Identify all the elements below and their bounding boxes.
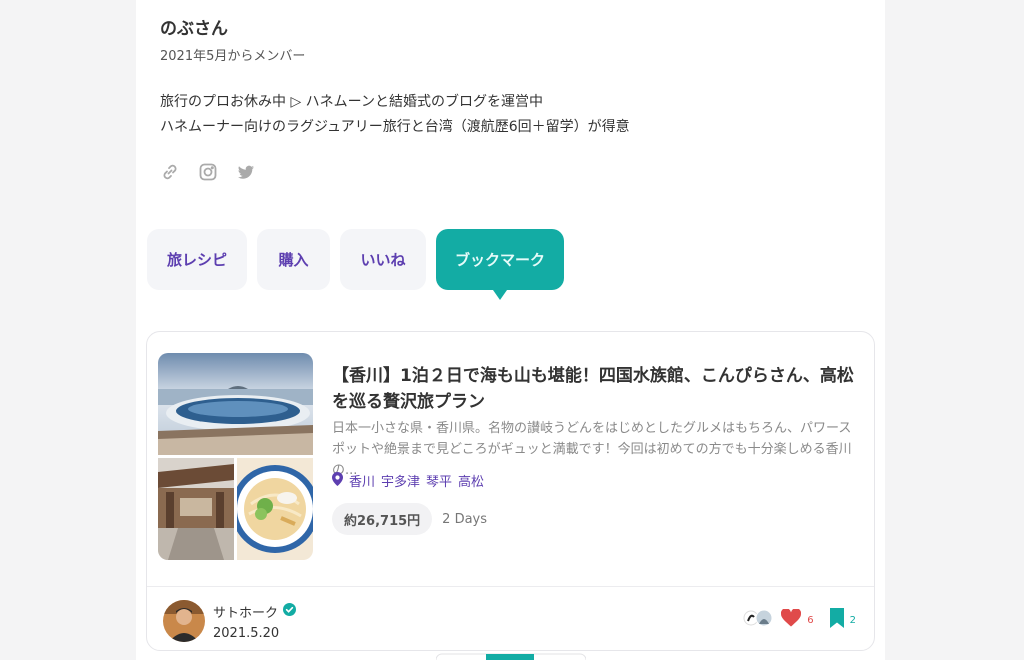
location-tag[interactable]: 高松 — [458, 471, 484, 490]
location-tag[interactable]: 香川 — [349, 471, 375, 490]
bio-line: ハネムーナー向けのラグジュアリー旅行と台湾（渡航歴6回＋留学）が得意 — [160, 119, 630, 135]
location-tag[interactable]: 琴平 — [426, 471, 452, 490]
avatar[interactable] — [163, 600, 205, 642]
price-badge: 約26,715円 — [332, 503, 433, 535]
duration-label: 2 Days — [442, 511, 488, 527]
author-name-text: サトホーク — [213, 605, 279, 621]
tab-purchase[interactable]: 購入 — [257, 229, 330, 290]
location-tag[interactable]: 宇多津 — [381, 471, 420, 490]
author-name: サトホーク — [213, 602, 297, 621]
profile-bio: 旅行のプロお休み中 ▷ ハネムーンと結婚式のブログを運営中 ハネムーナー向けのラ… — [160, 90, 630, 140]
bookmark-icon[interactable] — [829, 608, 844, 632]
heart-icon[interactable] — [781, 608, 802, 631]
twitter-icon[interactable] — [236, 162, 256, 182]
social-links — [160, 162, 256, 182]
plan-meta: 約26,715円 2 Days — [332, 503, 487, 535]
profile-name: のぶさん — [160, 19, 228, 39]
profile-page: のぶさん 2021年5月からメンバー 旅行のプロお休み中 ▷ ハネムーンと結婚式… — [136, 0, 885, 660]
profile-tabs: 旅レシピ 購入 いいね ブックマーク — [147, 229, 564, 300]
card-divider — [147, 586, 874, 587]
location-tags: 香川 宇多津 琴平 高松 — [332, 471, 484, 490]
aquarium-photo — [158, 353, 313, 455]
tab-likes[interactable]: いいね — [340, 229, 426, 290]
member-since: 2021年5月からメンバー — [160, 49, 306, 64]
author-info[interactable]: サトホーク 2021.5.20 — [163, 600, 297, 642]
profile-header: のぶさん 2021年5月からメンバー 旅行のプロお休み中 ▷ ハネムーンと結婚式… — [160, 14, 630, 140]
tab-bookmarks[interactable]: ブックマーク — [436, 229, 564, 300]
verified-badge-icon — [283, 602, 297, 620]
reactions: 6 2 — [743, 608, 856, 632]
plan-card[interactable]: 【香川】1泊２日で海も山も堪能！四国水族館、こんぴらさん、高松を巡る贅沢旅プラン… — [146, 331, 875, 651]
bio-line: 旅行のプロお休み中 ▷ ハネムーンと結婚式のブログを運営中 — [160, 94, 543, 110]
link-icon[interactable] — [160, 162, 180, 182]
reactor-avatars — [743, 609, 775, 631]
post-date: 2021.5.20 — [213, 625, 280, 641]
tab-travel-recipe[interactable]: 旅レシピ — [147, 229, 247, 290]
pagination[interactable] — [436, 652, 586, 660]
instagram-icon[interactable] — [198, 162, 218, 182]
plan-title[interactable]: 【香川】1泊２日で海も山も堪能！四国水族館、こんぴらさん、高松を巡る贅沢旅プラン — [332, 363, 857, 415]
like-count: 6 — [807, 614, 814, 626]
shrine-photo — [158, 458, 234, 560]
location-pin-icon — [332, 471, 343, 490]
plan-thumbnails[interactable] — [158, 353, 313, 560]
udon-photo — [237, 458, 313, 560]
bookmark-count: 2 — [849, 614, 856, 626]
